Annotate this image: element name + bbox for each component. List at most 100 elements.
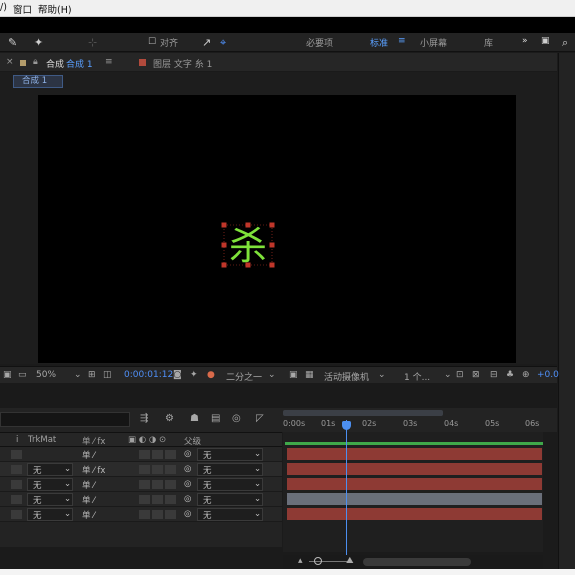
current-time[interactable]: 0:00:01:12 [124,370,173,380]
motion-blur-icon[interactable]: ◎ [232,413,241,424]
handle-br[interactable] [269,262,275,268]
region-icon[interactable]: ◫ [103,370,112,380]
color-channel-icon[interactable]: ● [207,370,215,380]
graph-editor-icon[interactable]: ◸ [256,413,264,424]
comp-flowchart-icon[interactable]: ⊟ [490,370,498,380]
search-help-icon[interactable]: ▣ [541,36,550,46]
handle-mr[interactable] [269,242,275,248]
timeline-scrollbar[interactable] [363,558,471,566]
layer-mode-box[interactable] [139,480,150,489]
layer-mode-box[interactable] [165,480,176,489]
resolution-chevron-icon[interactable]: ⌄ [268,370,276,380]
layer-mode-box[interactable] [152,510,163,519]
zoom-select[interactable]: 50% [36,370,56,380]
parent-chevron-icon[interactable]: ⌄ [254,509,261,519]
layer-row[interactable]: 单 ⁄ ◎ 无 ⌄ [0,447,282,462]
layer-mode-box[interactable] [165,510,176,519]
handle-tr[interactable] [269,222,275,228]
views-chevron-icon[interactable]: ⌄ [444,370,452,380]
layer-row[interactable]: 无 ⌄ 单 ⁄ ◎ 无 ⌄ [0,492,282,507]
brush-tool-icon[interactable]: ✎ [8,36,17,49]
tab-comp-prefix[interactable]: 合成 [46,57,64,70]
layer-mode-box[interactable] [152,465,163,474]
trkmat-chevron-icon[interactable]: ⌄ [64,509,71,519]
layer-visibility-box[interactable] [11,480,22,489]
resolution-select[interactable]: 二分之一 [226,370,262,383]
layer-mode-box[interactable] [165,450,176,459]
workspace-standard[interactable]: 标准 [370,36,388,49]
parent-chevron-icon[interactable]: ⌄ [254,479,261,489]
layer-row[interactable]: 无 ⌄ 单 ⁄ ◎ 无 ⌄ [0,507,282,522]
layer-bar[interactable] [287,478,542,490]
zoom-slider-knob[interactable] [314,557,322,565]
layer-mode-box[interactable] [165,465,176,474]
layer-visibility-box[interactable] [11,465,22,474]
layer-visibility-box[interactable] [11,495,22,504]
layer-mode-box[interactable] [139,450,150,459]
3d-renderer-icon[interactable]: ⊕ [522,370,530,380]
comp-canvas[interactable]: 杀 [38,95,516,363]
layer-bar[interactable] [287,463,542,475]
zoom-in-icon[interactable]: ⛰ [346,556,354,566]
text-layer-glyph[interactable]: 杀 [229,224,267,268]
transparency-grid-icon[interactable]: ▦ [305,370,314,380]
layer-visibility-box[interactable] [11,510,22,519]
views-select[interactable]: 1 个... [404,370,430,383]
layer-mode-box[interactable] [152,495,163,504]
layer-mode-box[interactable] [139,495,150,504]
trkmat-chevron-icon[interactable]: ⌄ [64,464,71,474]
layer-bar[interactable] [287,448,542,460]
camera-chevron-icon[interactable]: ⌄ [378,370,386,380]
menu-item-effects[interactable]: /) [0,2,7,13]
layer-search-input[interactable] [0,412,130,427]
workspace-library[interactable]: 库 [484,36,493,49]
playhead-line[interactable] [346,420,347,555]
fast-preview-icon[interactable]: ⊡ [456,370,464,380]
lock-icon[interactable]: 🔒︎ [33,57,38,67]
target-icon[interactable]: ⌖ [220,36,226,50]
zoom-chevron-icon[interactable]: ⌄ [74,370,82,380]
exposure-value[interactable]: +0.0 [537,370,559,380]
monitor-icon[interactable]: ▭ [18,370,27,380]
pin-tool-icon[interactable]: ✦ [34,36,43,49]
handle-bl[interactable] [221,262,227,268]
frame-blend-icon[interactable]: ▤ [211,413,220,424]
col-trkmat[interactable]: TrkMat [28,435,56,445]
layer-mode-box[interactable] [152,480,163,489]
comp-mini-flowchart-icon[interactable]: ⇶ [140,413,148,424]
layer-row[interactable]: 无 ⌄ 单 ⁄ fx ◎ 无 ⌄ [0,462,282,477]
handle-tl[interactable] [221,222,227,228]
trkmat-chevron-icon[interactable]: ⌄ [64,494,71,504]
parent-chevron-icon[interactable]: ⌄ [254,494,261,504]
playhead-handle[interactable] [342,421,351,430]
parent-chevron-icon[interactable]: ⌄ [254,464,261,474]
tab-comp-active[interactable]: 合成 1 [66,57,93,70]
layer-visibility-box[interactable] [11,450,22,459]
search-icon[interactable]: ⌕ [562,36,568,50]
expand-icon[interactable]: ↗ [202,36,211,49]
parent-link-icon[interactable]: ◎ [184,494,191,504]
trkmat-chevron-icon[interactable]: ⌄ [64,479,71,489]
menu-item-window[interactable]: 窗口 [13,2,32,16]
zoom-out-icon[interactable]: ▴ [298,556,303,566]
parent-link-icon[interactable]: ◎ [184,464,191,474]
show-snapshot-icon[interactable]: ✦ [190,370,198,380]
layer-bar[interactable] [287,508,542,520]
workspace-small-screen[interactable]: 小屏幕 [420,36,447,49]
toolbar-panel-align[interactable]: 对齐 [160,36,178,49]
parent-link-icon[interactable]: ◎ [184,509,191,519]
layer-mode-box[interactable] [139,510,150,519]
fit-icon[interactable]: ⊞ [88,370,96,380]
handle-ml[interactable] [221,242,227,248]
layer-mode-box[interactable] [165,495,176,504]
workspace-overflow[interactable]: » [522,36,528,46]
layer-mode-box[interactable] [139,465,150,474]
parent-link-icon[interactable]: ◎ [184,479,191,489]
roi-icon[interactable]: ▣ [289,370,298,380]
layer-bar[interactable] [287,493,542,505]
tab-layer[interactable]: 图层 文字 糸 1 [153,57,212,70]
parent-link-icon[interactable]: ◎ [184,449,191,459]
timeline-toggle-icon[interactable]: ⊠ [472,370,480,380]
layer-row[interactable]: 无 ⌄ 单 ⁄ ◎ 无 ⌄ [0,477,282,492]
col-parent[interactable]: 父级 [184,435,201,447]
